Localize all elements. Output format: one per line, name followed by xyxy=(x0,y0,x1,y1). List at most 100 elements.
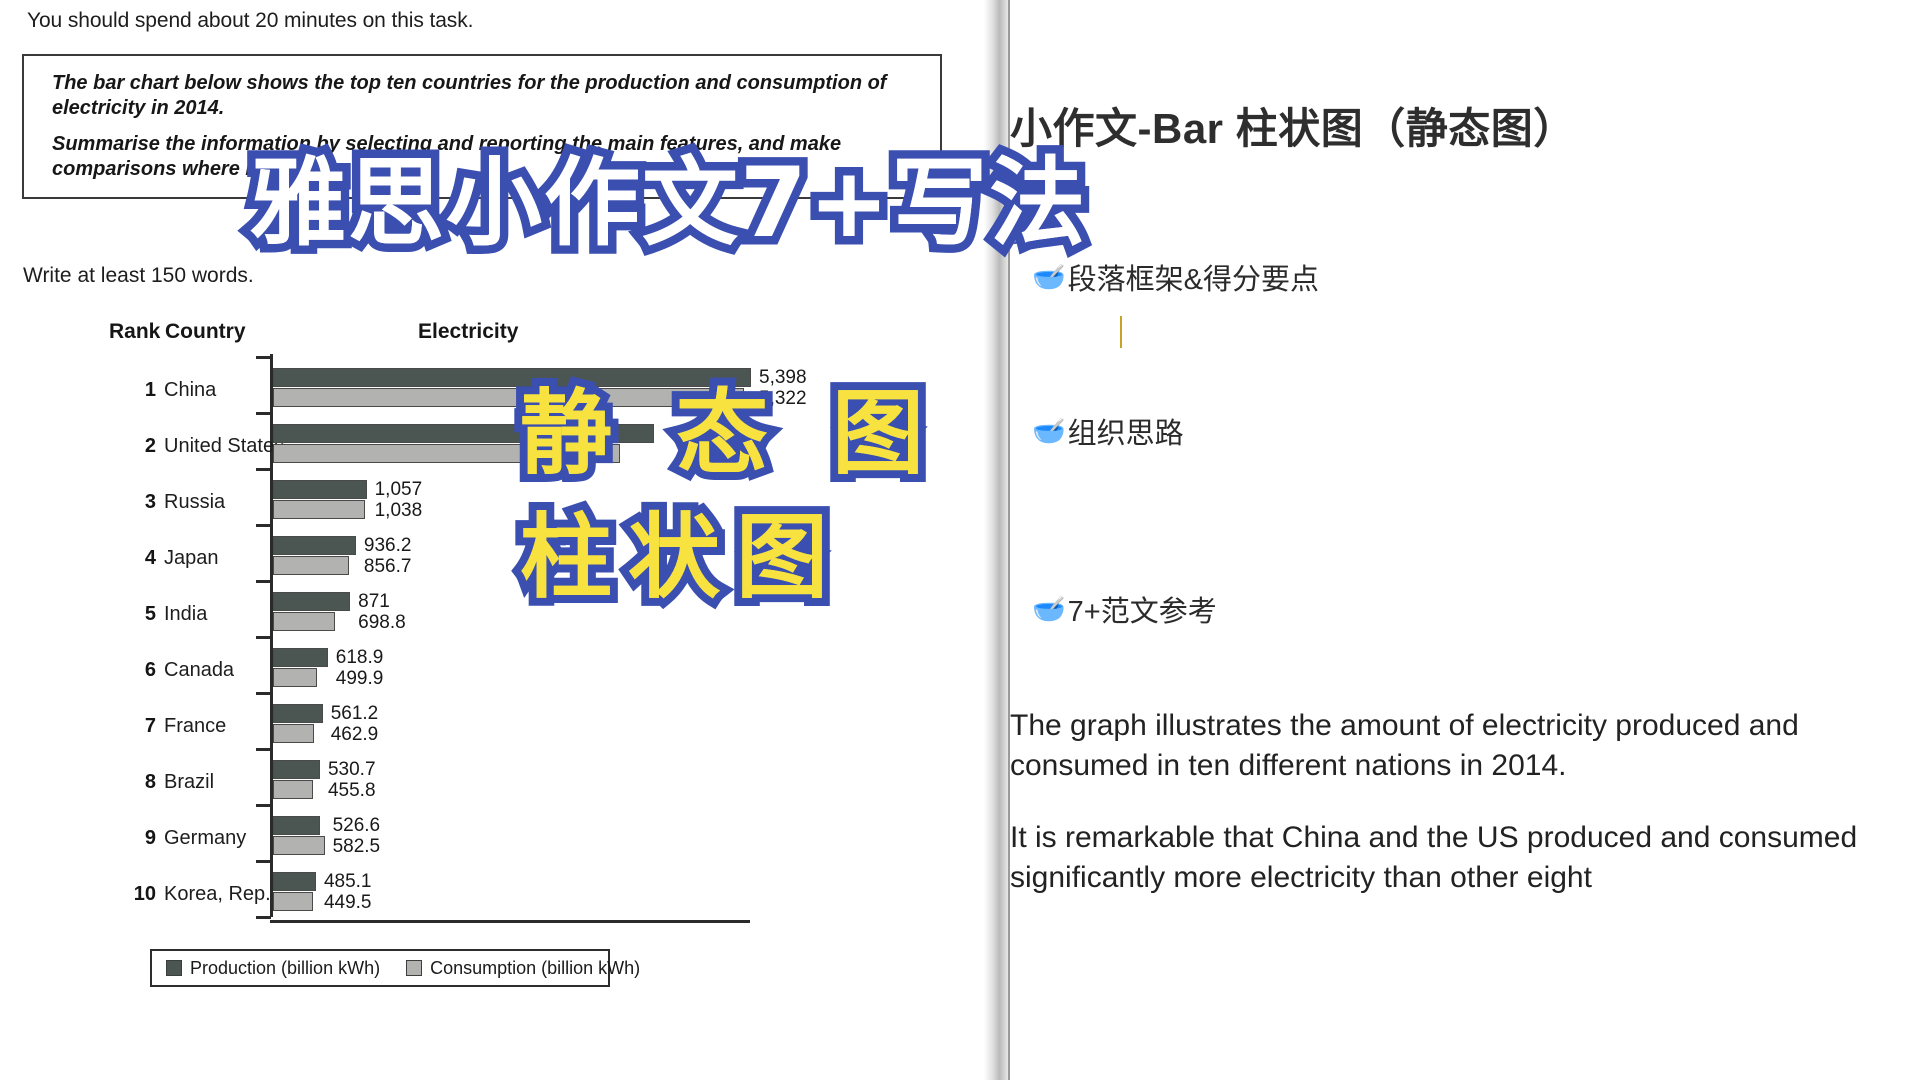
bar-consumption xyxy=(273,780,314,799)
chart-axis-tick xyxy=(256,692,271,695)
chart-row-bars xyxy=(273,368,751,407)
bar-label-consumption: 455.8 xyxy=(327,780,376,801)
bar-label-production: 530.7 xyxy=(327,759,376,780)
chart-header-rank: Rank xyxy=(109,320,161,343)
bar-label-consumption: 449.5 xyxy=(323,892,372,913)
bar-production xyxy=(273,536,356,555)
chart-axis-tick xyxy=(256,804,271,807)
outline-item-1: 🥣 段落框架&得分要点 xyxy=(1032,256,1319,298)
bar-label-production: 5,398 xyxy=(759,367,807,388)
bar-label-production: 561.2 xyxy=(330,703,379,724)
chart-axis-tick xyxy=(256,356,271,359)
chart-row-country: United States xyxy=(164,435,285,457)
text-caret xyxy=(1120,316,1122,348)
chart-baseline xyxy=(270,920,750,923)
bar-consumption xyxy=(273,444,620,463)
chart-row: 4 Japan 936.2 856.7 xyxy=(100,530,800,586)
legend-label-production: Production (billion kWh) xyxy=(190,957,381,978)
bar-consumption xyxy=(273,388,745,407)
chart-row: 3 Russia 1,057 1,038 xyxy=(100,474,800,530)
bar-production xyxy=(273,424,654,443)
chart-row: 8 Brazil 530.7 455.8 xyxy=(100,754,800,810)
chart-row-country: France xyxy=(164,715,227,737)
electricity-bar-chart: Rank Country Electricity 1 China 5,398 5,32… xyxy=(100,320,807,1060)
bar-consumption xyxy=(273,668,318,687)
chart-row-bars xyxy=(273,648,328,687)
page-gutter xyxy=(984,0,1010,1080)
chart-row-rank: 4 xyxy=(144,547,156,569)
bar-consumption xyxy=(273,892,313,911)
word-count-note: Write at least 150 words. xyxy=(23,264,254,287)
chart-row-rank: 5 xyxy=(144,603,156,625)
chart-axis-tick xyxy=(256,636,271,639)
chart-row: 1 China 5,398 5,322 xyxy=(100,362,807,418)
right-document-page[interactable]: 小作文-Bar 柱状图（静态图） 🥣 段落框架&得分要点 🥣 组织思路 🥣 7+… xyxy=(1010,0,1920,1080)
bar-label-production: 1,057 xyxy=(374,479,423,500)
chart-header-electricity: Electricity xyxy=(418,320,519,343)
chart-axis-tick xyxy=(256,524,271,527)
bar-production xyxy=(273,592,351,611)
chart-axis-tick xyxy=(256,916,271,919)
task-prompt-paragraph-1: The bar chart below shows the top ten co… xyxy=(52,72,887,119)
bar-label-consumption: 462.9 xyxy=(330,724,379,745)
chart-row-bars xyxy=(273,704,323,743)
bar-label-production: 936.2 xyxy=(363,535,412,556)
bar-production xyxy=(273,704,323,723)
legend-item-production: Production (billion kWh) xyxy=(166,958,380,979)
chart-row-rank: 2 xyxy=(144,435,156,457)
bar-production xyxy=(273,368,751,387)
chart-plot-area: 1 China 5,398 5,322 2 United States 3 Russia 1,0… xyxy=(100,354,807,919)
chart-row: 2 United States xyxy=(100,418,800,474)
screenshot-root: You should spend about 20 minutes on thi… xyxy=(0,0,1920,1080)
bar-label-consumption: 856.7 xyxy=(363,556,412,577)
outline-item-3-label: 7+范文参考 xyxy=(1067,596,1217,628)
chart-row-bars xyxy=(273,592,351,631)
task-prompt-paragraph-2: Summarise the information by selecting a… xyxy=(52,133,842,180)
chart-row-country: Japan xyxy=(164,547,219,569)
bar-production xyxy=(273,816,320,835)
chart-row-country: Russia xyxy=(164,491,226,513)
document-title: 小作文-Bar 柱状图（静态图） xyxy=(1010,105,1576,152)
task-prompt-box: The bar chart below shows the top ten co… xyxy=(22,54,942,199)
chart-row-bars xyxy=(273,536,356,575)
chart-axis-tick xyxy=(256,860,271,863)
chart-row-bars xyxy=(273,424,654,463)
chart-axis-tick xyxy=(256,468,271,471)
outline-item-1-label: 段落框架&得分要点 xyxy=(1067,264,1319,296)
bar-consumption xyxy=(273,612,335,631)
outline-item-3: 🥣 7+范文参考 xyxy=(1032,588,1217,630)
chart-row-rank: 6 xyxy=(144,659,156,681)
bar-label-consumption: 499.9 xyxy=(335,668,384,689)
legend-item-consumption: Consumption (billion kWh) xyxy=(406,958,640,979)
chart-row-bars xyxy=(273,760,320,799)
bar-label-production: 618.9 xyxy=(335,647,384,668)
chart-row: 5 India 871 698.8 xyxy=(100,586,800,642)
legend-swatch-consumption-icon xyxy=(406,960,423,976)
bar-production xyxy=(273,648,328,667)
bar-production xyxy=(273,872,316,891)
bowl-icon: 🥣 xyxy=(1032,261,1066,292)
bar-label-production: 871 xyxy=(358,591,390,612)
bar-consumption xyxy=(273,724,314,743)
bar-consumption xyxy=(273,556,349,575)
bar-production xyxy=(273,480,367,499)
bowl-icon: 🥣 xyxy=(1032,415,1066,446)
chart-row-country: Brazil xyxy=(164,771,215,793)
bar-label-production: 526.6 xyxy=(332,815,381,836)
chart-axis-tick xyxy=(256,748,271,751)
bar-label-production: 485.1 xyxy=(323,871,372,892)
chart-row-rank: 10 xyxy=(133,883,156,905)
chart-row-rank: 9 xyxy=(144,827,156,849)
essay-paragraph-2: It is remarkable that China and the US p… xyxy=(1010,821,1858,894)
chart-row-country: Canada xyxy=(164,659,235,681)
chart-row-country: Germany xyxy=(164,827,247,849)
bar-label-consumption: 582.5 xyxy=(332,836,381,857)
chart-row-rank: 8 xyxy=(144,771,156,793)
chart-axis-tick xyxy=(256,580,271,583)
chart-legend: Production (billion kWh) Consumption (bi… xyxy=(150,949,640,987)
chart-row-bars xyxy=(273,816,325,855)
chart-header-country: Country xyxy=(165,320,246,343)
bar-label-consumption: 1,038 xyxy=(374,500,423,521)
chart-row-country: India xyxy=(164,603,208,625)
bar-consumption xyxy=(273,500,365,519)
